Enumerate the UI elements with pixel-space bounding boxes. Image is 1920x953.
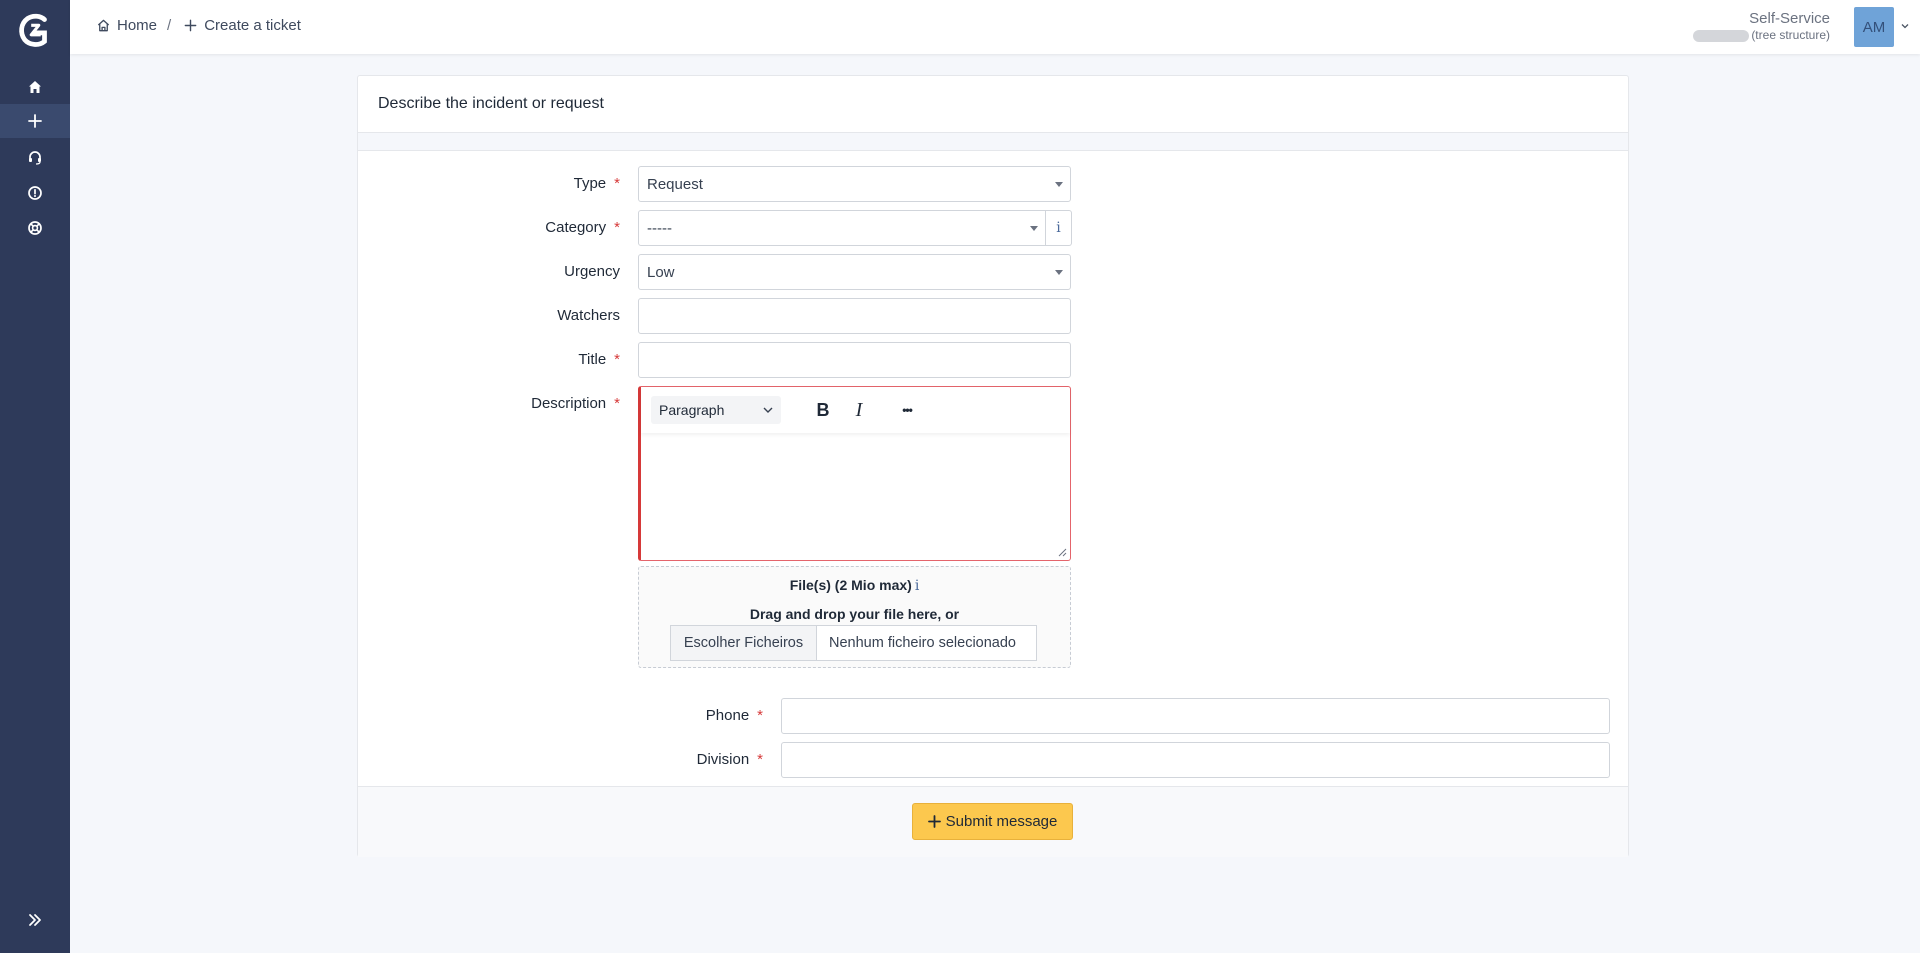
top-header: Home / Create a ticket Self-Service (tre… [70,0,1920,54]
required-mark: * [757,751,763,768]
title-input[interactable] [638,342,1071,378]
card-title: Describe the incident or request [358,76,1628,133]
plus-icon [28,114,42,128]
type-label: Type * [480,175,620,192]
title-label-text: Title [578,351,607,368]
editor-toolbar: Paragraph B I ••• [641,387,1070,433]
card-strip [358,133,1628,151]
sidebar [0,0,70,953]
required-mark: * [614,219,620,236]
sidebar-item-home[interactable] [0,70,70,104]
category-label-text: Category [545,219,607,236]
files-title-text: File(s) (2 Mio max) [789,577,912,593]
breadcrumb-current-label: Create a ticket [204,17,301,34]
avatar[interactable]: AM [1854,7,1894,47]
type-select[interactable]: Request [638,166,1071,202]
breadcrumb-home-label: Home [117,17,158,34]
breadcrumb-current[interactable]: Create a ticket [183,17,301,34]
choose-files-button[interactable]: Escolher Ficheiros [671,626,817,660]
required-mark: * [614,175,620,192]
division-label: Division * [620,751,763,768]
required-mark: * [757,707,763,724]
description-label-text: Description [531,395,607,412]
chevron-down-icon [763,407,773,413]
no-file-selected-text: Nenhum ficheiro selecionado [829,635,1016,651]
urgency-value: Low [647,263,675,281]
sidebar-item-create-ticket[interactable] [0,104,70,138]
description-label: Description * [480,395,620,412]
sidebar-item-tickets[interactable] [0,140,70,174]
files-info-icon[interactable]: i [915,578,919,594]
caret-down-icon [1055,270,1063,275]
title-label: Title * [480,351,620,368]
more-options-button[interactable]: ••• [890,396,924,424]
phone-input[interactable] [781,698,1610,734]
submit-message-label: Submit message [945,813,1058,830]
bold-button[interactable]: B [806,396,840,424]
headset-icon [29,151,41,165]
urgency-label: Urgency [480,263,620,280]
caret-down-icon [1030,226,1038,231]
entity-name-redacted [1693,29,1750,42]
watchers-input[interactable] [638,298,1071,334]
breadcrumb: Home / Create a ticket [96,17,301,34]
watchers-label-text: Watchers [557,307,620,324]
lifebuoy-icon [28,221,42,235]
division-label-text: Division [696,751,750,768]
user-profile[interactable]: Self-Service (tree structure) [1693,10,1830,43]
card-footer: Submit message [358,786,1628,857]
file-dropzone[interactable]: File(s) (2 Mio max) i Drag and drop your … [638,566,1071,668]
sidebar-item-faq[interactable] [0,211,70,245]
submit-message-button[interactable]: Submit message [912,803,1073,840]
breadcrumb-home[interactable]: Home [96,17,157,34]
category-label: Category * [480,219,620,236]
plus-icon [184,19,197,32]
chevrons-right-icon [29,914,41,926]
plus-icon [927,815,941,828]
italic-button[interactable]: I [842,396,876,424]
required-mark: * [614,395,620,412]
phone-label: Phone * [620,707,763,724]
watchers-label: Watchers [480,307,620,324]
profile-role: Self-Service [1749,10,1830,27]
category-info-button[interactable]: i [1046,210,1072,246]
file-input[interactable]: Escolher Ficheiros Nenhum ficheiro selec… [670,625,1037,661]
sidebar-expand-button[interactable] [0,903,70,937]
chevron-down-icon[interactable] [1899,20,1911,32]
category-select[interactable]: ----- [638,210,1046,246]
required-mark: * [614,351,620,368]
division-input[interactable] [781,742,1610,778]
description-editor[interactable]: Paragraph B I ••• [638,386,1071,561]
breadcrumb-separator: / [167,17,172,34]
type-label-text: Type [573,175,607,192]
paragraph-format-value: Paragraph [659,402,725,418]
paragraph-format-select[interactable]: Paragraph [651,396,781,424]
home-icon [29,81,41,93]
home-outline-icon [97,19,110,32]
sidebar-item-problems[interactable] [0,176,70,210]
files-title: File(s) (2 Mio max) i [639,577,1070,594]
type-value: Request [647,175,703,193]
drag-drop-text: Drag and drop your file here, or [749,606,960,622]
entity-suffix: (tree structure) [1751,28,1830,42]
profile-entity: (tree structure) [1693,28,1830,43]
urgency-label-text: Urgency [564,263,620,280]
urgency-select[interactable]: Low [638,254,1071,290]
glpi-logo-icon[interactable] [16,12,54,50]
category-value: ----- [647,219,672,237]
resize-handle-icon[interactable] [1058,548,1067,557]
phone-label-text: Phone [705,707,750,724]
caret-down-icon [1055,182,1063,187]
alert-circle-icon [28,186,42,200]
